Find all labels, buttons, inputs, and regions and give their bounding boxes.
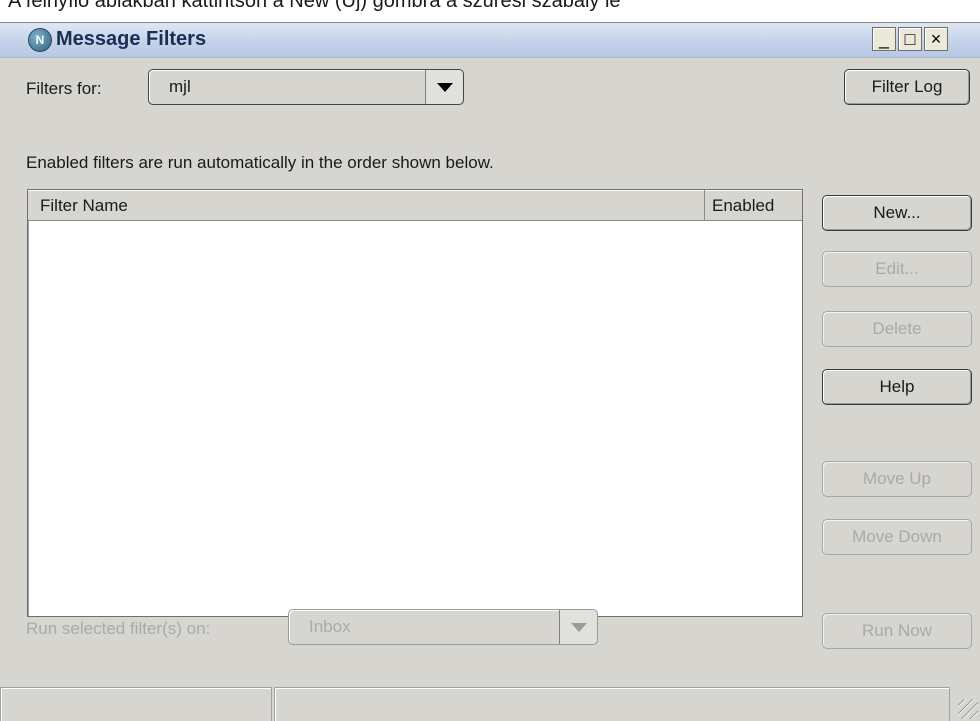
filter-log-button[interactable]: Filter Log — [844, 69, 970, 105]
new-button[interactable]: New... — [822, 195, 972, 231]
chevron-down-icon — [570, 622, 587, 632]
run-selected-label: Run selected filter(s) on: — [26, 619, 211, 638]
maximize-icon[interactable]: □ — [898, 27, 922, 51]
filter-list[interactable]: Filter Name Enabled — [27, 189, 803, 617]
move-up-button[interactable]: Move Up — [822, 461, 972, 497]
instruction-caption: A felnyíló ablakban kattintson a New (Új… — [0, 0, 980, 24]
column-separator[interactable] — [704, 190, 705, 220]
dropdown-arrow-button[interactable] — [559, 610, 597, 644]
dropdown-arrow-button[interactable] — [425, 70, 463, 104]
filters-for-label: Filters for: — [26, 79, 102, 98]
window-title: Message Filters — [56, 28, 207, 50]
run-selected-folder-value: Inbox — [309, 617, 351, 636]
resize-grip-icon[interactable] — [958, 699, 978, 719]
list-header: Filter Name Enabled — [28, 190, 802, 221]
title-bar[interactable]: N Message Filters _ □ × — [0, 23, 980, 58]
app-icon: N — [28, 28, 52, 52]
filters-info-text: Enabled filters are run automatically in… — [26, 153, 494, 172]
column-enabled[interactable]: Enabled — [712, 196, 774, 216]
help-button[interactable]: Help — [822, 369, 972, 405]
message-filters-window: N Message Filters _ □ × Filters for: mjl… — [0, 22, 980, 721]
status-pane-left — [0, 687, 272, 721]
run-selected-folder-select[interactable]: Inbox — [288, 609, 598, 645]
status-pane-right — [274, 687, 950, 721]
move-down-button[interactable]: Move Down — [822, 519, 972, 555]
edit-button[interactable]: Edit... — [822, 251, 972, 287]
column-filter-name[interactable]: Filter Name — [40, 196, 128, 216]
close-icon[interactable]: × — [924, 27, 948, 51]
instruction-text: A felnyíló ablakban kattintson a New (Új… — [8, 0, 621, 12]
filters-for-select[interactable]: mjl — [148, 69, 464, 105]
filters-for-value: mjl — [169, 77, 191, 96]
status-bar — [0, 687, 980, 721]
minimize-icon[interactable]: _ — [872, 27, 896, 51]
run-now-button[interactable]: Run Now — [822, 613, 972, 649]
chevron-down-icon — [436, 82, 453, 92]
delete-button[interactable]: Delete — [822, 311, 972, 347]
